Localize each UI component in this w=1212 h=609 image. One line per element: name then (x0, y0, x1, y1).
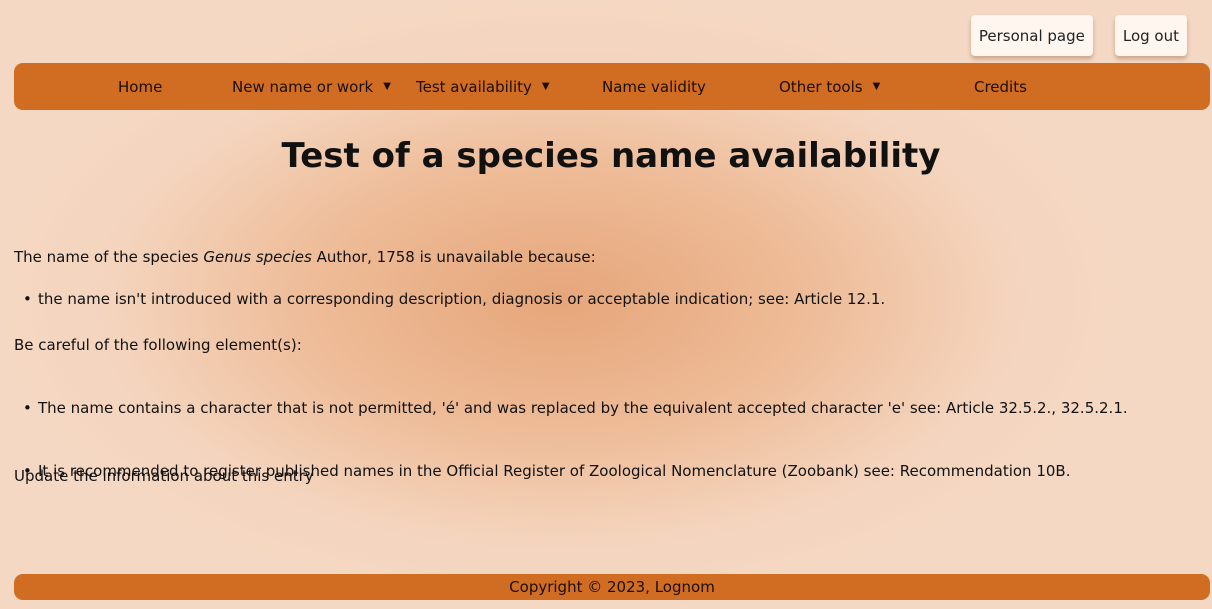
nav-name-validity-label: Name validity (602, 77, 706, 96)
intro-prefix: The name of the species (14, 248, 204, 266)
nav-credits-label: Credits (974, 77, 1027, 96)
warnings-heading: Be careful of the following element(s): (14, 336, 302, 354)
footer: Copyright © 2023, Lognom (14, 574, 1210, 600)
nav-other-tools[interactable]: Other tools ▼ (779, 63, 880, 110)
caret-down-icon: ▼ (541, 81, 550, 92)
main-navbar: Home New name or work ▼ Test availabilit… (14, 63, 1210, 110)
personal-page-button[interactable]: Personal page (970, 15, 1093, 56)
top-buttons: Personal page Log out (970, 15, 1187, 56)
nav-new-name-label: New name or work (232, 77, 374, 96)
nav-name-validity[interactable]: Name validity (602, 63, 706, 110)
intro-suffix: Author, 1758 is unavailable because: (311, 248, 596, 266)
caret-down-icon: ▼ (383, 81, 391, 92)
page-title: Test of a species name availability (281, 136, 941, 176)
nav-home[interactable]: Home (118, 63, 162, 110)
nav-test-availability[interactable]: Test availability ▼ (416, 63, 550, 110)
reason-item: the name isn't introduced with a corresp… (14, 290, 1128, 308)
copyright-text: Copyright © 2023, Lognom (509, 578, 715, 596)
caret-down-icon: ▼ (872, 81, 881, 92)
species-name: Genus species (203, 248, 312, 266)
update-entry-link[interactable]: Update the information about this entry (14, 467, 314, 485)
nav-credits[interactable]: Credits (974, 63, 1027, 110)
nav-test-availability-label: Test availability (416, 77, 532, 96)
nav-home-label: Home (118, 77, 163, 96)
warning-item: The name contains a character that is no… (14, 399, 1128, 417)
result-content: The name of the species Genus species Au… (14, 248, 1128, 485)
unavailability-statement: The name of the species Genus species Au… (14, 248, 596, 266)
nav-other-tools-label: Other tools (779, 77, 863, 96)
nav-new-name-or-work[interactable]: New name or work ▼ (232, 63, 391, 110)
log-out-button[interactable]: Log out (1114, 15, 1187, 56)
